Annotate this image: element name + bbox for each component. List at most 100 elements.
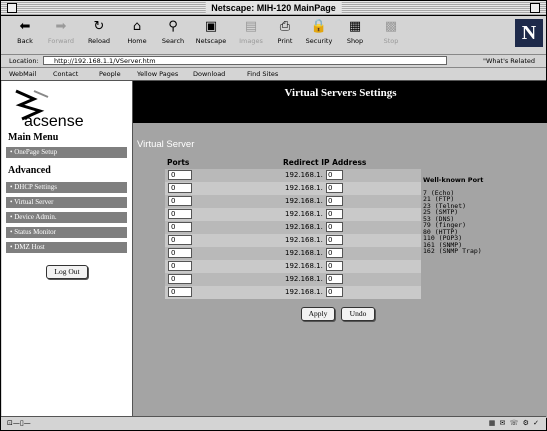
table-row: 0 192.168.1. 0	[165, 169, 421, 182]
nav-item-label: Status Monitor	[14, 228, 57, 236]
print-icon: ⎙	[279, 19, 291, 34]
brand-name: acsense	[24, 113, 84, 130]
port-input[interactable]: 0	[168, 222, 192, 232]
bookmark-find-sites[interactable]: Find Sites	[247, 68, 278, 80]
toolbar-button-label: Forward	[47, 37, 75, 45]
security-status-icon[interactable]: ⊡—▯—	[7, 419, 31, 427]
netscape-icon: ▣	[204, 19, 218, 34]
well-known-port-item: 162 (SNMP Trap)	[423, 247, 482, 255]
redirect-ip-input[interactable]: 0	[326, 235, 343, 245]
brand-logo: acsense	[8, 87, 126, 137]
ip-prefix: 192.168.1.	[285, 210, 323, 218]
close-box[interactable]	[7, 3, 17, 13]
redirect-ip-input[interactable]: 0	[326, 261, 343, 271]
personal-toolbar: WebMail Contact People Yellow Pages Download…	[1, 68, 546, 81]
whats-related-button[interactable]: "What's Related	[483, 55, 535, 67]
port-input[interactable]: 0	[168, 287, 192, 297]
nav-onepage-setup[interactable]: • OnePage Setup	[6, 147, 127, 158]
toolbar-button-label: Print	[277, 37, 293, 45]
forward-button[interactable]: ➡ Forward	[43, 18, 79, 52]
bookmark-webmail[interactable]: WebMail	[9, 68, 36, 80]
ip-prefix: 192.168.1.	[285, 184, 323, 192]
table-row: 0 192.168.1. 0	[165, 260, 421, 273]
stop-button[interactable]: ▩ Stop	[373, 18, 409, 52]
port-input[interactable]: 0	[168, 235, 192, 245]
nav-status-monitor[interactable]: • Status Monitor	[6, 227, 127, 238]
ip-prefix: 192.168.1.	[285, 197, 323, 205]
port-input[interactable]: 0	[168, 196, 192, 206]
nav-item-label: Virtual Server	[14, 198, 54, 206]
toolbar-button-label: Stop	[383, 37, 399, 45]
component-bar[interactable]: ▦ ✉ ☏ ⚙ ✓	[489, 419, 540, 427]
logout-button[interactable]: Log Out	[46, 265, 88, 279]
toolbar-button-label: Images	[239, 37, 263, 45]
section-title: Virtual Server	[137, 139, 195, 150]
zoom-box[interactable]	[530, 3, 540, 13]
table-row: 0 192.168.1. 0	[165, 286, 421, 299]
toolbar-button-label: Security	[305, 37, 333, 45]
back-button[interactable]: ⬅ Back	[7, 18, 43, 52]
advanced-heading: Advanced	[8, 165, 51, 176]
apply-button[interactable]: Apply	[301, 307, 335, 321]
virtual-server-table: 0 192.168.1. 0 0 192.168.1. 0 0 192.168.1. 0 0 192…	[165, 169, 421, 299]
reload-icon: ↻	[93, 19, 105, 34]
home-button[interactable]: ⌂ Home	[119, 18, 155, 52]
port-input[interactable]: 0	[168, 274, 192, 284]
forward-arrow-icon: ➡	[55, 19, 67, 34]
redirect-ip-input[interactable]: 0	[326, 222, 343, 232]
page-title: Virtual Servers Settings	[284, 87, 397, 99]
images-button[interactable]: ▤ Images	[233, 18, 269, 52]
location-label: Location:	[9, 57, 39, 65]
reload-button[interactable]: ↻ Reload	[81, 18, 117, 52]
bookmark-download[interactable]: Download	[193, 68, 225, 80]
port-input[interactable]: 0	[168, 261, 192, 271]
port-input[interactable]: 0	[168, 209, 192, 219]
search-icon: ⚲	[168, 19, 178, 34]
redirect-ip-input[interactable]: 0	[326, 274, 343, 284]
redirect-ip-column-header: Redirect IP Address	[283, 158, 367, 167]
print-button[interactable]: ⎙ Print	[267, 18, 303, 52]
nav-item-label: DMZ Host	[14, 243, 45, 251]
page-header: Virtual Servers Settings	[133, 81, 547, 123]
search-button[interactable]: ⚲ Search	[155, 18, 191, 52]
redirect-ip-input[interactable]: 0	[326, 196, 343, 206]
netscape-logo[interactable]: N	[515, 19, 543, 47]
undo-button[interactable]: Undo	[341, 307, 375, 321]
shop-button[interactable]: ▦ Shop	[337, 18, 373, 52]
toolbar-button-label: Shop	[346, 37, 364, 45]
ip-prefix: 192.168.1.	[285, 275, 323, 283]
port-input[interactable]: 0	[168, 183, 192, 193]
ip-prefix: 192.168.1.	[285, 288, 323, 296]
table-row: 0 192.168.1. 0	[165, 182, 421, 195]
bookmark-contact[interactable]: Contact	[53, 68, 78, 80]
nav-item-label: Device Admin.	[14, 213, 57, 221]
nav-dhcp-settings[interactable]: • DHCP Settings	[6, 182, 127, 193]
window-title: Netscape: MIH-120 MainPage	[205, 2, 342, 14]
nav-dmz-host[interactable]: • DMZ Host	[6, 242, 127, 253]
toolbar-button-label: Back	[17, 37, 33, 45]
redirect-ip-input[interactable]: 0	[326, 183, 343, 193]
security-button[interactable]: 🔒 Security	[301, 18, 337, 52]
toolbar-button-label: Home	[127, 37, 147, 45]
port-input[interactable]: 0	[168, 248, 192, 258]
port-input[interactable]: 0	[168, 170, 192, 180]
table-row: 0 192.168.1. 0	[165, 273, 421, 286]
shop-icon: ▦	[348, 19, 362, 34]
bookmark-people[interactable]: People	[99, 68, 121, 80]
back-arrow-icon: ⬅	[19, 19, 31, 34]
toolbar-button-label: Reload	[87, 37, 111, 45]
ip-prefix: 192.168.1.	[285, 236, 323, 244]
redirect-ip-input[interactable]: 0	[326, 170, 343, 180]
redirect-ip-input[interactable]: 0	[326, 248, 343, 258]
redirect-ip-input[interactable]: 0	[326, 209, 343, 219]
sidebar: acsense Main Menu • OnePage Setup Advanc…	[2, 81, 133, 418]
redirect-ip-input[interactable]: 0	[326, 287, 343, 297]
toolbar-button-label: Netscape	[195, 37, 227, 45]
netscape-button[interactable]: ▣ Netscape	[193, 18, 229, 52]
nav-virtual-server[interactable]: • Virtual Server	[6, 197, 127, 208]
navigation-toolbar: N ⬅ Back ➡ Forward ↻ Reload ⌂ Home ⚲ Search ▣ Netsc…	[1, 16, 546, 55]
url-field[interactable]: http://192.168.1.1/VServer.htm	[43, 56, 447, 65]
bookmark-yellow-pages[interactable]: Yellow Pages	[137, 68, 178, 80]
nav-device-admin[interactable]: • Device Admin.	[6, 212, 127, 223]
title-bar[interactable]: Netscape: MIH-120 MainPage	[1, 1, 546, 16]
